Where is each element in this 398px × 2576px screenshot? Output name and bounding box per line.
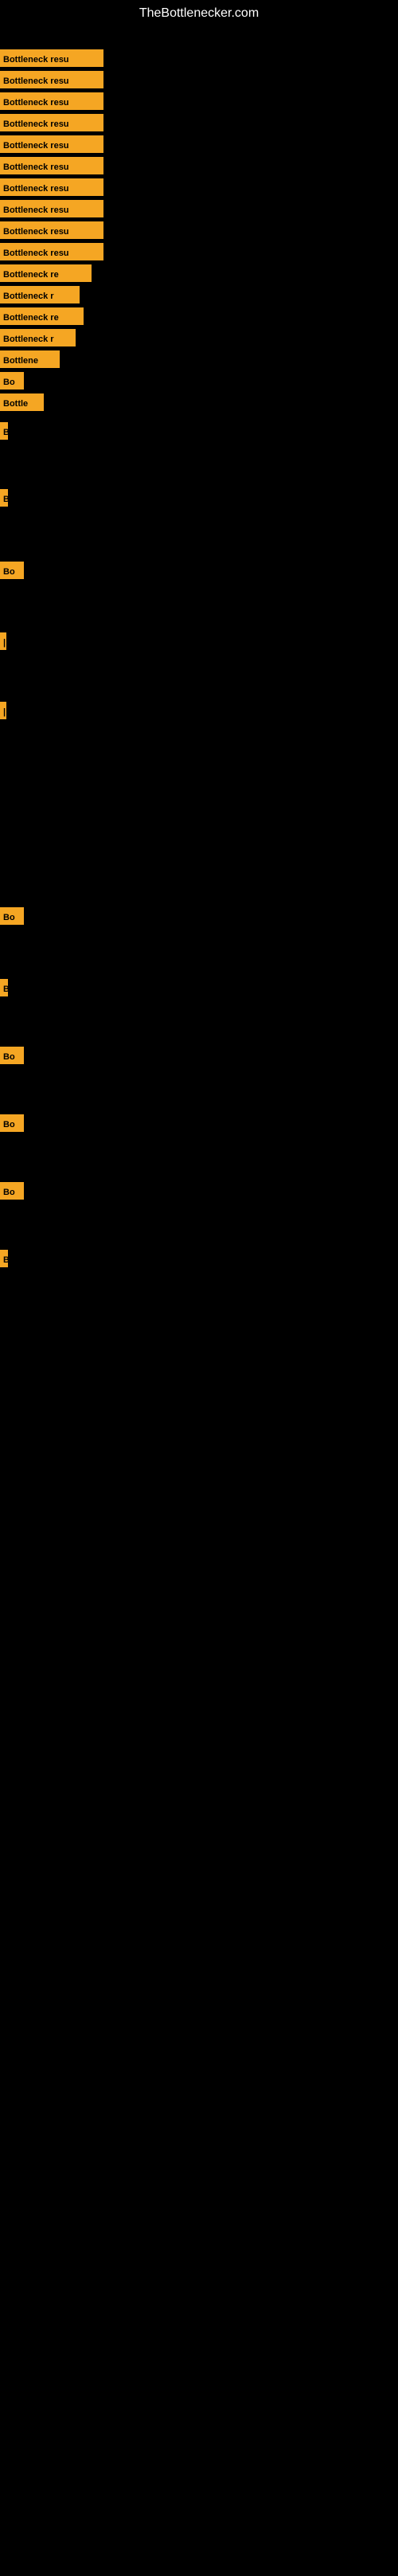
bar-item-16: Bo bbox=[0, 372, 24, 390]
bar-item-7: Bottleneck resu bbox=[0, 178, 103, 196]
bar-label-16: Bo bbox=[0, 372, 24, 390]
bar-label-27: Bo bbox=[0, 1182, 24, 1200]
bar-item-28: B bbox=[0, 1250, 8, 1267]
bar-item-17: Bottle bbox=[0, 393, 44, 411]
bar-label-7: Bottleneck resu bbox=[0, 178, 103, 196]
bar-item-26: Bo bbox=[0, 1114, 24, 1132]
bar-item-3: Bottleneck resu bbox=[0, 92, 103, 110]
bar-item-2: Bottleneck resu bbox=[0, 71, 103, 88]
bar-item-24: B bbox=[0, 979, 8, 996]
bar-item-25: Bo bbox=[0, 1047, 24, 1064]
bar-label-5: Bottleneck resu bbox=[0, 135, 103, 153]
bar-item-23: Bo bbox=[0, 907, 24, 925]
bar-label-19: B bbox=[0, 489, 8, 507]
bar-label-26: Bo bbox=[0, 1114, 24, 1132]
bar-item-15: Bottlene bbox=[0, 350, 60, 368]
bar-item-20: Bo bbox=[0, 562, 24, 579]
bar-label-23: Bo bbox=[0, 907, 24, 925]
bar-label-28: B bbox=[0, 1250, 8, 1267]
bar-label-25: Bo bbox=[0, 1047, 24, 1064]
bar-label-4: Bottleneck resu bbox=[0, 114, 103, 131]
bar-label-24: B bbox=[0, 979, 8, 996]
bar-label-9: Bottleneck resu bbox=[0, 221, 103, 239]
bar-item-19: B bbox=[0, 489, 8, 507]
bar-item-8: Bottleneck resu bbox=[0, 200, 103, 217]
bar-label-6: Bottleneck resu bbox=[0, 157, 103, 174]
bar-item-21: | bbox=[0, 632, 6, 650]
bar-label-11: Bottleneck re bbox=[0, 264, 92, 282]
bar-label-15: Bottlene bbox=[0, 350, 60, 368]
bar-label-14: Bottleneck r bbox=[0, 329, 76, 346]
bar-label-1: Bottleneck resu bbox=[0, 49, 103, 67]
bar-label-8: Bottleneck resu bbox=[0, 200, 103, 217]
bar-item-4: Bottleneck resu bbox=[0, 114, 103, 131]
bar-item-6: Bottleneck resu bbox=[0, 157, 103, 174]
bar-item-9: Bottleneck resu bbox=[0, 221, 103, 239]
bar-item-13: Bottleneck re bbox=[0, 307, 84, 325]
bar-item-5: Bottleneck resu bbox=[0, 135, 103, 153]
bar-label-22: | bbox=[0, 702, 6, 719]
bar-item-10: Bottleneck resu bbox=[0, 243, 103, 260]
bar-item-1: Bottleneck resu bbox=[0, 49, 103, 67]
bar-item-22: | bbox=[0, 702, 6, 719]
bar-item-14: Bottleneck r bbox=[0, 329, 76, 346]
bar-label-10: Bottleneck resu bbox=[0, 243, 103, 260]
bar-item-11: Bottleneck re bbox=[0, 264, 92, 282]
bar-item-12: Bottleneck r bbox=[0, 286, 80, 303]
bar-label-18: B bbox=[0, 422, 8, 440]
bar-label-13: Bottleneck re bbox=[0, 307, 84, 325]
bar-label-20: Bo bbox=[0, 562, 24, 579]
site-title: TheBottlenecker.com bbox=[0, 0, 398, 27]
bar-label-21: | bbox=[0, 632, 6, 650]
bar-item-18: B bbox=[0, 422, 8, 440]
bar-label-3: Bottleneck resu bbox=[0, 92, 103, 110]
bar-label-17: Bottle bbox=[0, 393, 44, 411]
bar-item-27: Bo bbox=[0, 1182, 24, 1200]
bar-label-12: Bottleneck r bbox=[0, 286, 80, 303]
bar-label-2: Bottleneck resu bbox=[0, 71, 103, 88]
